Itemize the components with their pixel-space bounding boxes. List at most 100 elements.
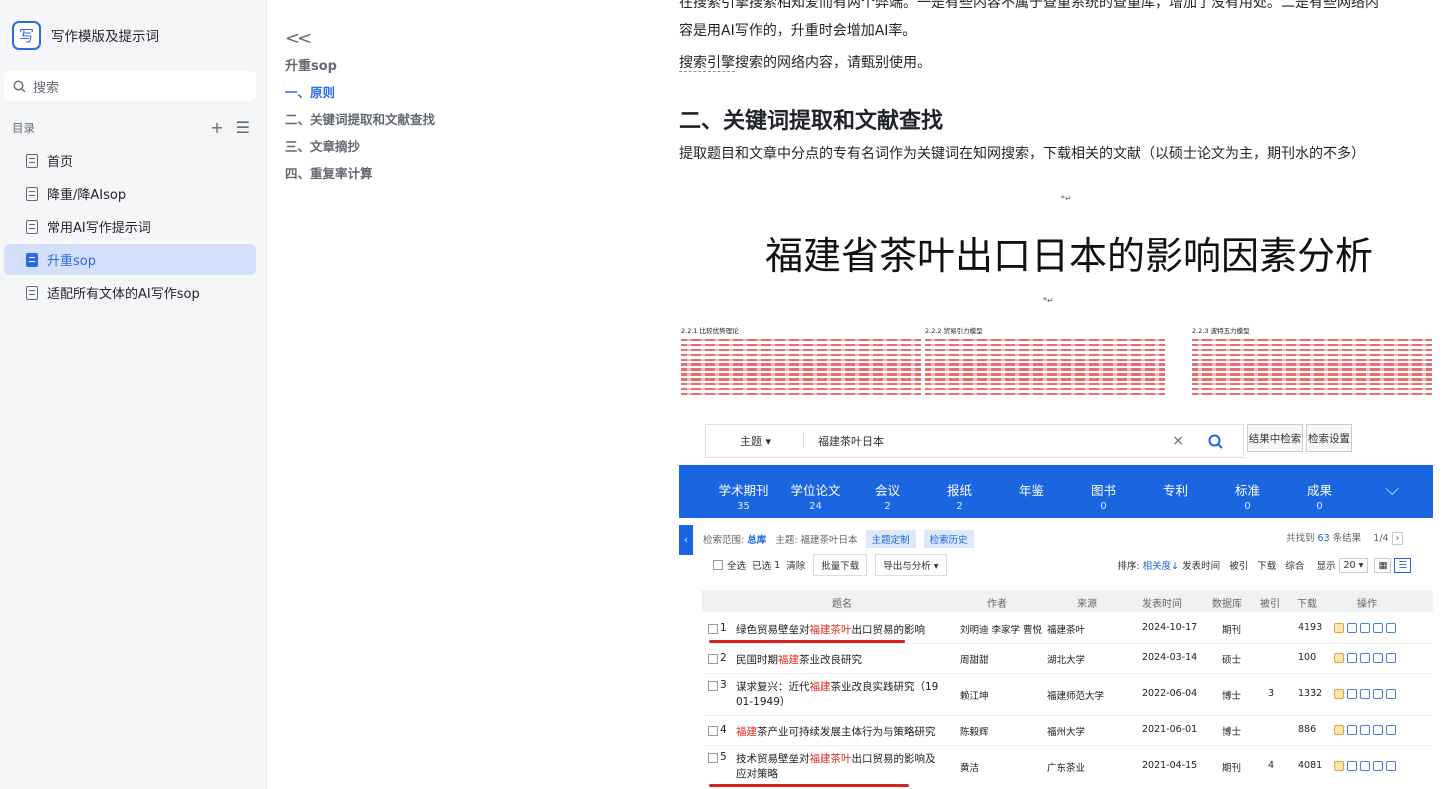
export-analysis-button[interactable]: 导出与分析 ▾ (875, 554, 947, 576)
list-view-icon[interactable]: ☰ (1394, 557, 1411, 573)
range-value[interactable]: 总库 (747, 532, 766, 546)
favorite-icon[interactable] (1360, 761, 1370, 771)
search-input[interactable]: 搜索 (4, 71, 256, 101)
row-author[interactable]: 赖江坤 (960, 688, 989, 702)
cite-icon[interactable] (1373, 623, 1383, 633)
row-author[interactable]: 刘明迪 李家学 曹悦 (960, 622, 1042, 636)
row-source[interactable]: 福建师范大学 (1047, 688, 1104, 702)
select-all-checkbox[interactable] (713, 560, 723, 570)
cnki-query[interactable]: 福建茶叶日本 (804, 433, 1172, 449)
category-tab[interactable]: 学位论文 24 (787, 465, 844, 518)
row-title[interactable]: 谋求复兴：近代福建茶业改良实践研究（19 (736, 679, 938, 694)
sidebar-item-all-genres[interactable]: 适配所有文体的AI写作sop (4, 277, 256, 308)
table-row[interactable]: 2 民国时期福建茶业改良研究 周甜甜 湖北大学 2024-03-14 硕士 100 (702, 644, 1433, 674)
favorite-icon[interactable] (1360, 623, 1370, 633)
row-checkbox[interactable] (708, 654, 718, 664)
category-tab[interactable]: 图书 0 (1075, 465, 1132, 518)
sort-date[interactable]: 发表时间 (1182, 558, 1220, 572)
row-source[interactable]: 福建茶叶 (1047, 622, 1085, 636)
clear-icon[interactable]: × (1172, 433, 1184, 449)
outline-item[interactable]: 四、重复率计算 (285, 160, 585, 187)
row-author[interactable]: 周甜甜 (960, 652, 989, 666)
outline-item[interactable]: 一、原则 (285, 79, 585, 106)
highlight-term[interactable]: 搜索引擎 (679, 55, 735, 72)
read-icon[interactable] (1347, 725, 1357, 735)
row-title[interactable]: 绿色贸易壁垒对福建茶叶出口贸易的影响 (736, 622, 925, 637)
ai-icon[interactable] (1386, 761, 1396, 771)
category-tab[interactable]: 会议 2 (859, 465, 916, 518)
row-checkbox[interactable] (708, 753, 718, 763)
read-icon[interactable] (1347, 623, 1357, 633)
download-icon[interactable] (1334, 623, 1344, 633)
row-author[interactable]: 陈毅辉 (960, 724, 989, 738)
row-title[interactable]: 技术贸易壁垒对福建茶叶出口贸易的影响及 (736, 751, 936, 766)
row-title-line2[interactable]: 01-1949） (736, 694, 790, 709)
row-checkbox[interactable] (708, 726, 718, 736)
sidebar-item-reduce[interactable]: 降重/降AIsop (4, 178, 256, 209)
sort-overall[interactable]: 综合 (1285, 558, 1304, 572)
category-tab[interactable]: 标准 0 (1219, 465, 1276, 518)
batch-download-button[interactable]: 批量下载 (813, 554, 868, 576)
cite-icon[interactable] (1373, 725, 1383, 735)
category-tab[interactable]: 成果 0 (1291, 465, 1348, 518)
cite-icon[interactable] (1373, 653, 1383, 663)
download-icon[interactable] (1334, 653, 1344, 663)
category-name: 成果 (1306, 483, 1332, 498)
favorite-icon[interactable] (1360, 725, 1370, 735)
row-title[interactable]: 福建茶产业可持续发展主体行为与策略研究 (736, 724, 936, 739)
row-source[interactable]: 广东茶业 (1047, 760, 1085, 774)
sort-relevance[interactable]: 相关度↓ (1143, 558, 1179, 572)
clear-button[interactable]: 清除 (786, 558, 805, 572)
table-row[interactable]: 3 谋求复兴：近代福建茶业改良实践研究（19 01-1949） 赖江坤 福建师范大学 20… (702, 674, 1433, 716)
page-size-select[interactable]: 20 ▾ (1338, 557, 1369, 573)
table-row[interactable]: 4 福建茶产业可持续发展主体行为与策略研究 陈毅辉 福州大学 2021-06-01 博士 8… (702, 716, 1433, 746)
table-row[interactable]: 5 技术贸易壁垒对福建茶叶出口贸易的影响及 应对策略 黄洁 广东茶业 2021-04-15… (702, 746, 1433, 789)
sidebar-item-raise[interactable]: 升重sop (4, 244, 256, 275)
read-icon[interactable] (1347, 761, 1357, 771)
row-checkbox[interactable] (708, 681, 718, 691)
ai-icon[interactable] (1386, 623, 1396, 633)
row-source[interactable]: 湖北大学 (1047, 652, 1085, 666)
sidebar-item-prompts[interactable]: 常用AI写作提示词 (4, 211, 256, 242)
sort-download[interactable]: 下载 (1257, 558, 1276, 572)
row-title[interactable]: 民国时期福建茶业改良研究 (736, 652, 862, 667)
collapse-left-icon[interactable]: ‹ (679, 525, 693, 555)
add-icon[interactable]: + (210, 120, 223, 136)
download-icon[interactable] (1334, 725, 1344, 735)
outline-item[interactable]: 三、文章摘抄 (285, 133, 585, 160)
category-tab[interactable]: 报纸 2 (931, 465, 988, 518)
category-tab[interactable]: 专利 (1147, 465, 1204, 518)
search-field-select[interactable]: 主题 ▾ (706, 433, 804, 449)
row-checkbox[interactable] (708, 624, 718, 634)
sort-cited[interactable]: 被引 (1229, 558, 1248, 572)
outline-item[interactable]: 二、关键词提取和文献查找 (285, 106, 585, 133)
grid-view-icon[interactable]: ▦ (1374, 557, 1392, 573)
column-header: 作者 (987, 599, 1007, 610)
sidebar-item-home[interactable]: 首页 (4, 145, 256, 176)
favorite-icon[interactable] (1360, 653, 1370, 663)
category-tab[interactable]: 年鉴 (1003, 465, 1060, 518)
ai-icon[interactable] (1386, 725, 1396, 735)
row-source[interactable]: 福州大学 (1047, 724, 1085, 738)
list-menu-icon[interactable]: ☰ (236, 120, 250, 136)
topic-custom-button[interactable]: 主题定制 (865, 530, 916, 548)
read-icon[interactable] (1347, 653, 1357, 663)
next-page-icon[interactable]: › (1391, 532, 1404, 545)
collapse-icon[interactable]: << (285, 28, 585, 50)
ai-icon[interactable] (1386, 689, 1396, 699)
category-tab[interactable]: 学术期刊 35 (715, 465, 772, 518)
download-icon[interactable] (1334, 689, 1344, 699)
read-icon[interactable] (1347, 689, 1357, 699)
cite-icon[interactable] (1373, 689, 1383, 699)
cite-icon[interactable] (1373, 761, 1383, 771)
search-in-results-button[interactable]: 结果中检索 (1247, 424, 1303, 452)
expand-chevron-icon[interactable]: ⌵ (1385, 465, 1399, 518)
download-icon[interactable] (1334, 761, 1344, 771)
search-icon[interactable] (1208, 434, 1223, 449)
row-title-line2[interactable]: 应对策略 (736, 766, 778, 781)
favorite-icon[interactable] (1360, 689, 1370, 699)
search-settings-button[interactable]: 检索设置 (1306, 424, 1352, 452)
ai-icon[interactable] (1386, 653, 1396, 663)
row-author[interactable]: 黄洁 (960, 760, 979, 774)
search-history-button[interactable]: 检索历史 (923, 530, 974, 548)
